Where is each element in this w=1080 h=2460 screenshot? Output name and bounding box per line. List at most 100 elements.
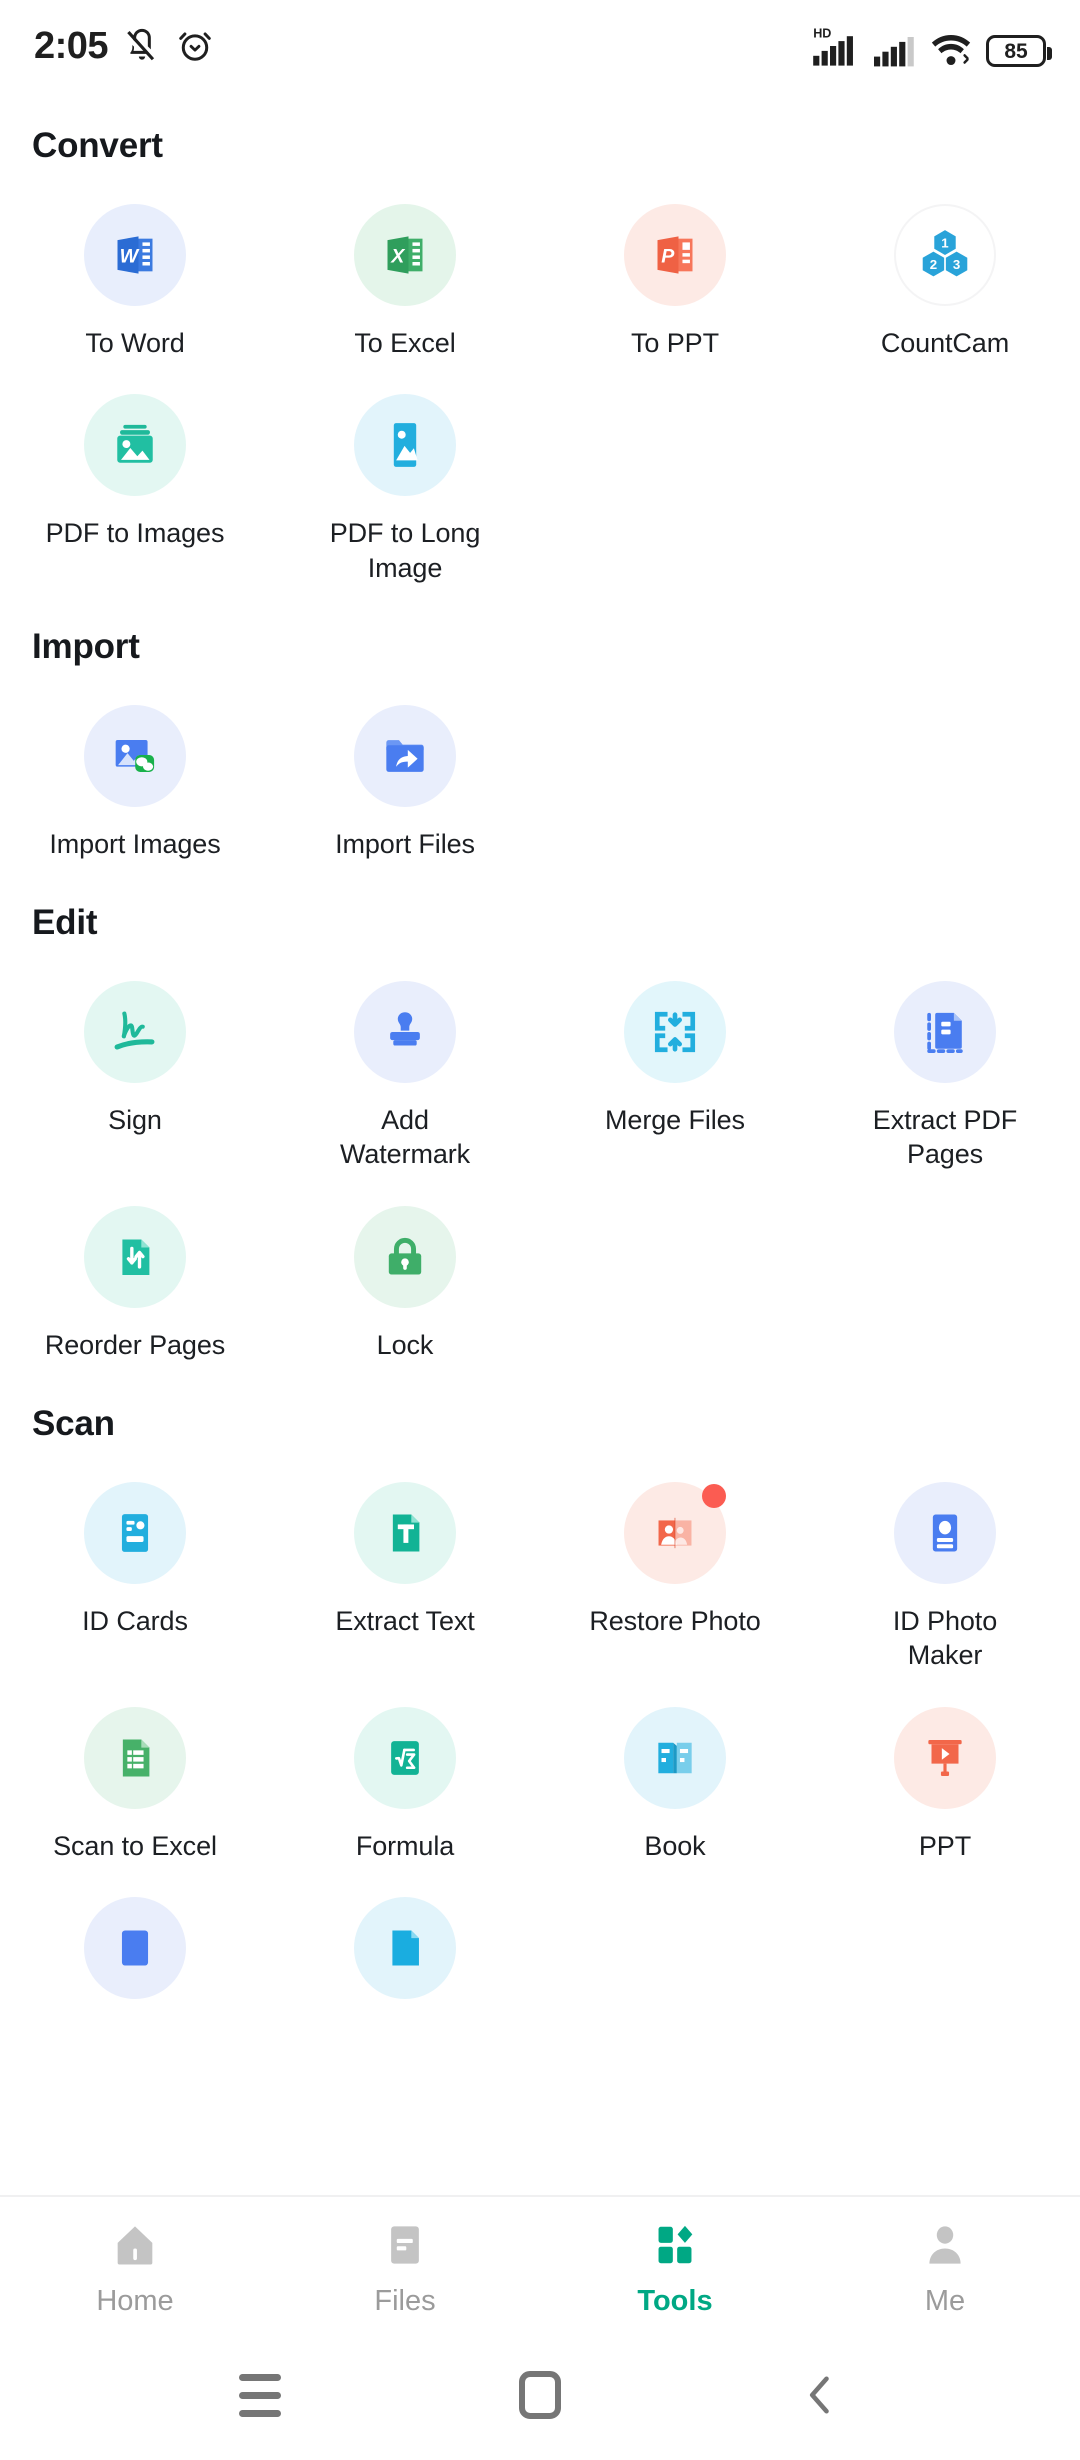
tool-label: PPT [918,1830,972,1861]
tool-icon-circle [624,1481,726,1584]
wifi-icon [931,34,971,66]
lock-icon [388,1237,422,1275]
tool-label: Import Files [335,828,475,859]
word-icon: W [117,236,153,274]
tool-sign[interactable]: Sign [0,953,270,1172]
status-bar-right: HD 85 [813,25,1052,67]
countcam-hexagon-icon: 1 2 3 [922,230,968,277]
tool-icon-circle [84,1896,186,1999]
tab-me[interactable]: Me [810,2219,1080,2318]
square-glyph [519,2371,561,2419]
tool-label: Scan to Excel [53,1830,217,1861]
text-file-icon [392,1514,420,1552]
tool-lock[interactable]: Lock [270,1178,540,1362]
tool-to-ppt[interactable]: P To PPT [540,176,810,360]
tool-icon-circle: X [354,204,456,306]
tool-icon-circle [84,1205,186,1308]
files-icon [391,2226,419,2264]
tool-icon-circle [84,1706,186,1809]
home-square-icon[interactable] [480,2335,600,2455]
tab-files[interactable]: Files [270,2219,540,2318]
tool-formula[interactable]: Formula [270,1679,540,1863]
tab-label: Home [96,2285,174,2317]
tool-label: To Word [85,328,185,358]
tool-icon-circle: 1 2 3 [894,204,996,306]
tool-icon-circle [894,981,996,1084]
tool-label: Formula [355,1830,455,1861]
tool-add-watermark[interactable]: Add Watermark [270,953,540,1172]
tool-to-word[interactable]: W To Word [0,176,270,360]
tool-scan-to-excel[interactable]: Scan to Excel [0,1679,270,1863]
hamburger-glyph [239,2373,281,2417]
tool-icon-circle [354,394,456,497]
tool-label: PDF to Long Image [329,518,481,583]
tool-label: To Excel [354,328,456,358]
section-title-edit: Edit [32,903,98,943]
tool-icon-circle [354,1706,456,1809]
tool-icon-circle [354,704,456,807]
tab-home[interactable]: Home [0,2219,270,2318]
image-wechat-icon [115,739,155,772]
tool-label: Import Images [49,828,221,859]
merge-icon [654,1012,696,1053]
excel-icon: X [387,236,423,274]
tool-icon-circle [84,394,186,497]
tool-merge-files[interactable]: Merge Files [540,953,810,1172]
powerpoint-icon: P [657,236,693,274]
partial-blue-icon [121,1930,149,1966]
tool-extract-pdf-pages[interactable]: Extract PDF Pages [810,953,1080,1172]
section-title-scan: Scan [32,1403,115,1443]
tool-extract-text[interactable]: Extract Text [270,1454,540,1673]
recents-menu-icon[interactable] [200,2335,320,2455]
bottom-tab-bar: Home Files Tools Me [0,2195,1080,2330]
back-chevron-icon[interactable] [760,2335,880,2455]
tool-pdf-to-long-image[interactable]: PDF to Long Image [270,366,540,585]
tool-label: ID Photo Maker [892,1605,998,1671]
extract-pages-icon [927,1012,963,1054]
person-icon [929,2226,961,2264]
status-bar-left: 2:05 [34,25,214,68]
tool-id-cards[interactable]: ID Cards [0,1454,270,1673]
tool-import-images[interactable]: Import Images [0,677,270,861]
tool-icon-circle: P [624,204,726,306]
tools-scroll-area[interactable]: Convert W To Word X To Excel P To PPT 1 … [0,92,1080,2263]
tool-restore-photo[interactable]: Restore Photo [540,1454,810,1673]
svg-text:X: X [390,245,406,267]
tool-icon-circle [624,981,726,1084]
scan-grid: ID Cards Extract Text Restore Photo ID P… [0,1454,1080,2019]
tool-to-excel[interactable]: X To Excel [270,176,540,360]
tool-label: Add Watermark [339,1105,471,1170]
svg-text:3: 3 [953,257,960,272]
svg-text:W: W [120,245,140,267]
tab-label: Files [374,2285,436,2317]
stamp-icon [390,1012,420,1046]
status-bar: 2:05 HD 85 [0,0,1080,92]
section-title-convert: Convert [32,126,163,165]
tool-book[interactable]: Book [540,1679,810,1863]
tab-tools[interactable]: Tools [540,2219,810,2318]
tool-partial-row-item-1[interactable] [0,1869,270,2019]
chevron-left-glyph [809,2376,829,2414]
section-title-import: Import [32,626,140,666]
battery-icon: 85 [986,35,1052,67]
hd-label: HD [813,27,831,41]
tool-label: CountCam [880,328,1010,358]
tool-partial-row-item-2[interactable] [270,1869,540,2019]
tool-countcam[interactable]: 1 2 3 CountCam [810,176,1080,360]
long-image-icon [393,423,418,468]
tool-reorder-pages[interactable]: Reorder Pages [0,1178,270,1362]
tool-icon-circle [894,1706,996,1809]
tool-ppt[interactable]: PPT [810,1679,1080,1863]
tool-icon-circle [84,1481,186,1584]
id-card-icon [121,1514,149,1552]
tool-import-files[interactable]: Import Files [270,677,540,861]
tool-label: To PPT [631,328,719,358]
tab-label: Me [924,2285,966,2317]
new-badge-dot [702,1483,726,1508]
tool-icon-circle [354,981,456,1084]
tool-pdf-to-images[interactable]: PDF to Images [0,366,270,585]
tool-label: Book [644,1830,706,1861]
tool-id-photo-maker[interactable]: ID Photo Maker [810,1454,1080,1673]
restore-photo-icon [658,1517,692,1549]
signature-icon [114,1011,155,1050]
